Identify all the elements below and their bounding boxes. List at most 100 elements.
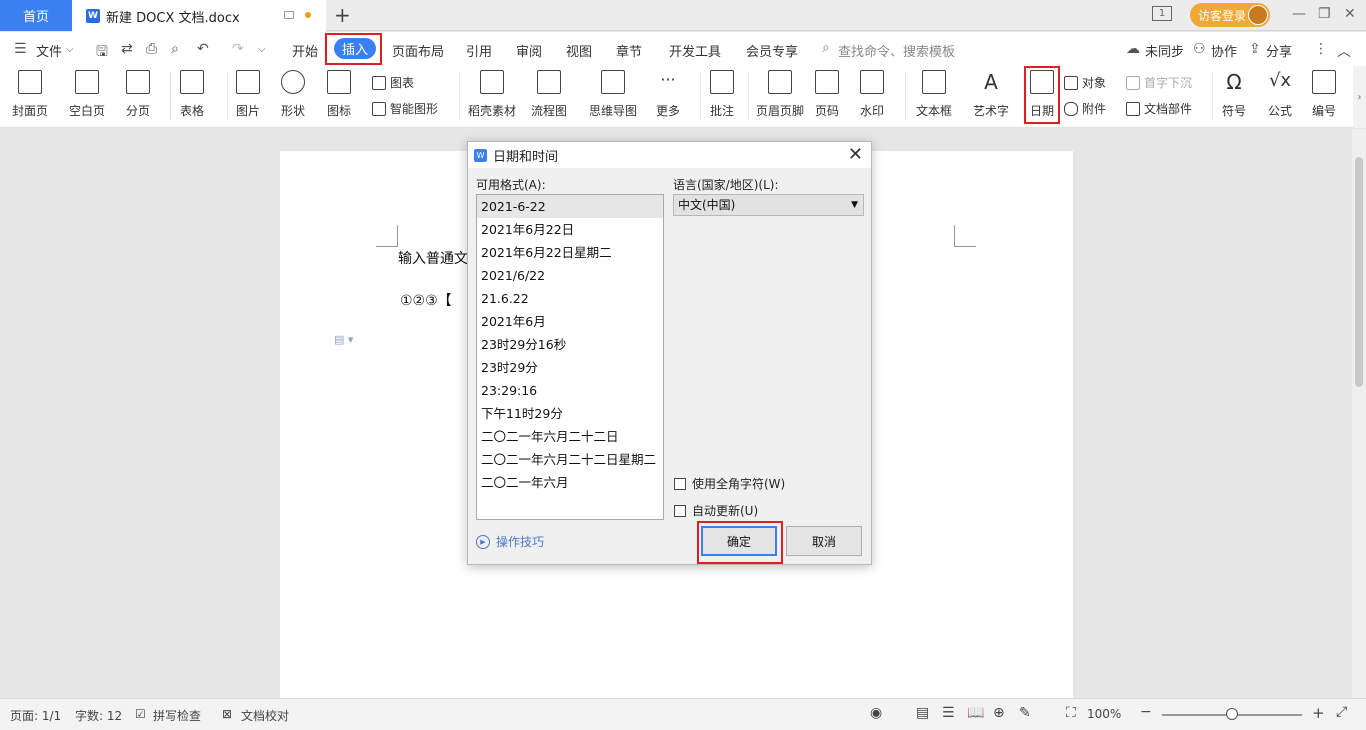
fullscreen-icon[interactable]: ⤢ — [1336, 704, 1347, 720]
command-search[interactable]: 查找命令、搜索模板 — [838, 41, 955, 60]
numbering-button[interactable]: 编号 — [1312, 70, 1336, 119]
hamburger-icon[interactable]: ☰ — [14, 41, 27, 57]
material-button[interactable]: 稻壳素材 — [468, 70, 516, 119]
mindmap-button[interactable]: 思维导图 — [589, 70, 637, 119]
list-item[interactable]: 2021/6/22 — [477, 264, 663, 287]
page-view-icon[interactable]: 1 — [1152, 6, 1172, 21]
format-list[interactable]: 2021-6-22 2021年6月22日 2021年6月22日星期二 2021/… — [476, 194, 664, 520]
header-footer-button[interactable]: 页眉页脚 — [756, 70, 804, 119]
redo-icon[interactable]: ↷ — [232, 41, 244, 57]
checkbox-box[interactable] — [674, 504, 686, 517]
document-tab[interactable]: W 新建 DOCX 文档.docx — [72, 0, 326, 32]
fullwidth-checkbox[interactable]: 使用全角字符(W) — [674, 475, 785, 492]
more-icon[interactable]: ⋮ — [1314, 41, 1328, 57]
sync-status[interactable]: 未同步 — [1145, 41, 1184, 60]
list-item[interactable]: 下午11时29分 — [477, 402, 663, 425]
zoom-slider-handle[interactable] — [1226, 708, 1238, 720]
comment-button[interactable]: 批注 — [710, 70, 734, 119]
page-number-button[interactable]: 页码 — [815, 70, 839, 119]
symbol-button[interactable]: Ω 符号 — [1222, 70, 1246, 119]
share-button[interactable]: 分享 — [1266, 41, 1292, 60]
flowchart-button[interactable]: 流程图 — [531, 70, 567, 119]
list-item[interactable]: 二〇二一年六月二十二日星期二 — [477, 448, 663, 471]
export-icon[interactable]: ⇄ — [121, 41, 133, 57]
zoom-level[interactable]: 100% — [1087, 707, 1121, 721]
cover-page-button[interactable]: 封面页 — [12, 70, 48, 119]
quick-access-more-icon[interactable]: ⌵ — [258, 44, 266, 55]
collab-button[interactable]: 协作 — [1211, 41, 1237, 60]
home-tab[interactable]: 首页 — [0, 0, 72, 31]
list-item[interactable]: 23时29分 — [477, 356, 663, 379]
undo-icon[interactable]: ↶ — [197, 41, 209, 57]
paste-options-icon[interactable]: ▤ ▾ — [334, 333, 353, 346]
ribbon-scroll-right-icon[interactable]: › — [1353, 66, 1366, 128]
formula-button[interactable]: √x 公式 — [1268, 70, 1292, 119]
web-view-icon[interactable]: ⊕ — [993, 705, 1005, 721]
spellcheck-button[interactable]: 拼写检查 — [153, 707, 201, 724]
tips-link[interactable]: ▶ 操作技巧 — [476, 533, 544, 550]
smartart-button[interactable]: 智能图形 — [372, 100, 438, 117]
list-item[interactable]: 二〇二一年六月 — [477, 471, 663, 494]
tab-developer[interactable]: 开发工具 — [669, 41, 721, 60]
list-item[interactable]: 2021年6月 — [477, 310, 663, 333]
print-icon[interactable]: ⎙ — [146, 41, 157, 57]
vertical-scrollbar[interactable] — [1352, 129, 1366, 698]
fit-page-icon[interactable]: ⛶ — [1066, 705, 1076, 721]
language-select[interactable]: 中文(中国) ▼ — [673, 194, 864, 216]
attachment-button[interactable]: 附件 — [1064, 100, 1106, 117]
list-item[interactable]: 2021年6月22日星期二 — [477, 241, 663, 264]
wordart-button[interactable]: A 艺术字 — [973, 70, 1009, 119]
pen-icon[interactable]: ✎ — [1019, 705, 1031, 721]
file-menu[interactable]: 文件 — [36, 41, 62, 60]
close-window-icon[interactable]: ✕ — [1344, 6, 1356, 22]
checkbox-box[interactable] — [674, 477, 686, 490]
list-item[interactable]: 二〇二一年六月二十二日 — [477, 425, 663, 448]
list-item[interactable]: 21.6.22 — [477, 287, 663, 310]
new-tab-button[interactable]: + — [334, 3, 351, 27]
word-count[interactable]: 字数: 12 — [75, 707, 122, 724]
tab-references[interactable]: 引用 — [466, 41, 492, 60]
dropcap-button[interactable]: 首字下沉 — [1126, 74, 1192, 91]
tab-start[interactable]: 开始 — [292, 41, 318, 60]
tab-review[interactable]: 审阅 — [516, 41, 542, 60]
zoom-in-icon[interactable]: + — [1312, 704, 1325, 722]
outline-view-icon[interactable]: ☰ — [942, 705, 955, 721]
monitor-icon[interactable] — [284, 11, 294, 19]
object-button[interactable]: 对象 — [1064, 74, 1106, 91]
print-preview-icon[interactable]: ⌕ — [171, 41, 179, 57]
save-icon[interactable]: 🖫 — [96, 41, 108, 65]
tab-section[interactable]: 章节 — [616, 41, 642, 60]
scrollbar-thumb[interactable] — [1355, 157, 1363, 387]
zoom-out-icon[interactable]: − — [1140, 704, 1152, 720]
eye-protection-icon[interactable]: ◉ — [870, 705, 882, 721]
tab-view[interactable]: 视图 — [566, 41, 592, 60]
reading-view-icon[interactable]: 📖 — [967, 705, 984, 721]
page-break-button[interactable]: 分页 — [126, 70, 150, 119]
document-text-line-1[interactable]: 输入普通文 — [398, 248, 468, 268]
picture-button[interactable]: 图片 — [236, 70, 260, 119]
document-text-line-2[interactable]: ①②③【 — [400, 290, 452, 310]
page-count[interactable]: 页面: 1/1 — [10, 707, 61, 724]
chart-button[interactable]: 图表 — [372, 74, 414, 91]
list-item[interactable]: 2021年6月22日 — [477, 218, 663, 241]
watermark-button[interactable]: 水印 — [860, 70, 884, 119]
proofread-button[interactable]: 文档校对 — [241, 707, 289, 724]
tab-member[interactable]: 会员专享 — [746, 41, 798, 60]
icon-button[interactable]: 图标 — [327, 70, 351, 119]
textbox-button[interactable]: 文本框 — [916, 70, 952, 119]
close-icon[interactable]: ✕ — [848, 144, 863, 165]
login-button[interactable]: 访客登录 — [1190, 3, 1270, 27]
autoupdate-checkbox[interactable]: 自动更新(U) — [674, 502, 758, 519]
more-button[interactable]: ··· 更多 — [656, 70, 680, 119]
minimize-icon[interactable]: — — [1292, 6, 1306, 22]
tab-page-layout[interactable]: 页面布局 — [392, 41, 444, 60]
cancel-button[interactable]: 取消 — [786, 526, 862, 556]
collapse-ribbon-icon[interactable]: ︿ — [1337, 41, 1351, 61]
list-item[interactable]: 23时29分16秒 — [477, 333, 663, 356]
list-item[interactable]: 2021-6-22 — [477, 195, 663, 218]
page-view-icon[interactable]: ▤ — [916, 705, 929, 721]
restore-icon[interactable]: ❐ — [1318, 6, 1331, 22]
shape-button[interactable]: 形状 — [281, 70, 305, 119]
table-button[interactable]: 表格 — [180, 70, 204, 119]
docpart-button[interactable]: 文档部件 — [1126, 100, 1192, 117]
